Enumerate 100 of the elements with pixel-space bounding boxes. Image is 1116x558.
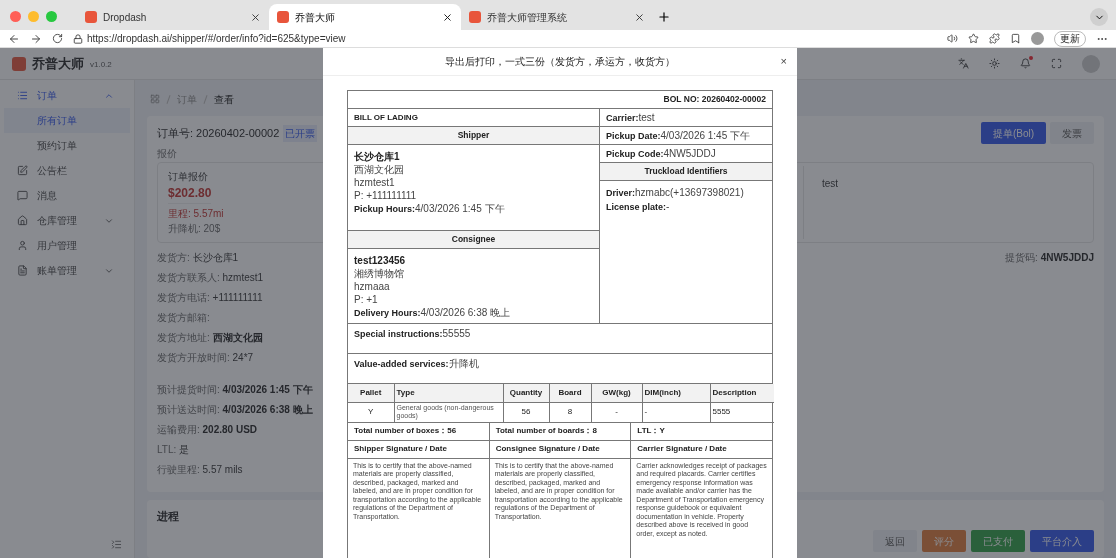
carrier-field: Pickup Date:4/03/2026 1:45 下午 bbox=[606, 128, 751, 143]
shipper-detail: P: +111111111 bbox=[354, 189, 418, 202]
browser-tab[interactable]: 乔普大师 bbox=[269, 4, 461, 30]
detail-field: 发货方: 长沙仓库1 bbox=[157, 248, 313, 268]
sidebar-subitem[interactable]: 预约订单 bbox=[4, 133, 130, 158]
status-tag: 已开票 bbox=[283, 124, 318, 142]
total-field: Total number of boards：8 bbox=[489, 422, 632, 440]
detail-field: 发货方开放时间: 24*7 bbox=[157, 348, 313, 368]
list-icon bbox=[17, 90, 28, 101]
close-tab-icon[interactable] bbox=[634, 11, 645, 23]
address-bar[interactable]: https://dropdash.ai/shipper/#/order/info?id=625&type=view bbox=[73, 30, 937, 47]
column-header: Quantity bbox=[503, 384, 549, 402]
table-cell: - bbox=[642, 402, 710, 422]
note-field: Special instructions:55555 bbox=[354, 327, 766, 341]
close-tab-icon[interactable] bbox=[250, 11, 261, 23]
notification-icon[interactable] bbox=[1020, 58, 1031, 69]
app-name: 乔普大师 bbox=[32, 54, 84, 73]
fullscreen-icon[interactable] bbox=[1051, 58, 1062, 69]
section-label: 报价 bbox=[157, 147, 177, 161]
browser-tab[interactable]: 乔普大师管理系统 bbox=[461, 4, 653, 30]
close-button[interactable]: × bbox=[780, 55, 787, 67]
collapse-icon[interactable] bbox=[111, 539, 122, 550]
column-header: Type bbox=[394, 384, 503, 402]
column-header: GW(kg) bbox=[591, 384, 642, 402]
browser-tab[interactable]: Dropdash bbox=[77, 4, 269, 30]
column-header: Description bbox=[710, 384, 774, 402]
detail-field: 预计提货时间: 4/03/2026 1:45 下午 bbox=[157, 380, 313, 400]
action-button[interactable]: 返回 bbox=[873, 530, 917, 552]
tab-list-button[interactable] bbox=[1090, 8, 1108, 26]
read-aloud-icon[interactable] bbox=[947, 33, 958, 44]
table-cell: - bbox=[591, 402, 642, 422]
message-icon bbox=[17, 190, 28, 201]
signature-heading: Carrier Signature / Date bbox=[631, 440, 772, 459]
reload-icon[interactable] bbox=[52, 33, 63, 44]
sidebar-item[interactable]: 公告栏 bbox=[4, 158, 130, 183]
action-button[interactable]: 提单(Bol) bbox=[980, 122, 1046, 144]
user-icon bbox=[17, 240, 28, 251]
consignee-detail: 湘绣博物馆 bbox=[354, 267, 405, 280]
column-header: Pallet bbox=[348, 384, 394, 402]
table-cell: 8 bbox=[549, 402, 591, 422]
lift-fee-text: 升降机: 20$ bbox=[168, 222, 221, 236]
sidebar-item[interactable]: 账单管理 bbox=[4, 258, 130, 283]
profile-avatar[interactable] bbox=[1031, 32, 1044, 45]
sidebar-item[interactable]: 仓库管理 bbox=[4, 208, 130, 233]
shipper-detail: 西湖文化园 bbox=[354, 163, 405, 176]
column-header: Board bbox=[549, 384, 591, 402]
lock-icon bbox=[73, 33, 83, 44]
theme-icon[interactable] bbox=[989, 58, 1000, 69]
sidebar-item[interactable]: 用户管理 bbox=[4, 233, 130, 258]
detail-field: 发货方联系人: hzmtest1 bbox=[157, 268, 313, 288]
truck-field: Driver:hzmabc(+13697398021) bbox=[606, 186, 766, 200]
total-field: LTL：Y bbox=[631, 422, 772, 440]
mileage-text: 里程: 5.57mi bbox=[168, 207, 224, 221]
favorites-icon[interactable] bbox=[1010, 33, 1021, 44]
action-button[interactable]: 评分 bbox=[922, 530, 966, 552]
action-button[interactable]: 平台介入 bbox=[1030, 530, 1094, 552]
pickup-code: 提货码: 4NW5JDDJ bbox=[1005, 251, 1094, 265]
consignee-detail: hzmaaa bbox=[354, 280, 391, 293]
order-number: 订单号: 20260402-00002 bbox=[157, 125, 280, 141]
back-icon[interactable] bbox=[8, 32, 20, 45]
sidebar-item[interactable]: 消息 bbox=[4, 183, 130, 208]
new-tab-icon[interactable] bbox=[657, 10, 671, 24]
logo-icon bbox=[12, 56, 26, 71]
signature-heading: Consignee Signature / Date bbox=[489, 440, 631, 459]
total-field: Total number of boxes：56 bbox=[348, 422, 490, 440]
note-text: test bbox=[822, 178, 839, 189]
table-cell: 56 bbox=[503, 402, 549, 422]
carrier-field: Carrier:test bbox=[606, 110, 655, 125]
bol-number: BOL NO: 20260402-00002 bbox=[348, 91, 772, 109]
document-icon bbox=[17, 265, 28, 276]
favorite-icon[interactable] bbox=[968, 33, 979, 44]
table-cell: Y bbox=[348, 402, 394, 422]
section-heading: Shipper bbox=[348, 127, 599, 145]
action-button[interactable]: 发票 bbox=[1050, 122, 1094, 144]
shipper-detail: hzmtest1 bbox=[354, 176, 396, 189]
action-button[interactable]: 已支付 bbox=[971, 530, 1025, 552]
forward-icon[interactable] bbox=[30, 32, 42, 45]
detail-field: 预计送达时间: 4/03/2026 6:38 晚上 bbox=[157, 400, 313, 420]
quote-title: 订单报价 bbox=[168, 170, 208, 184]
translate-icon[interactable] bbox=[958, 58, 969, 69]
close-tab-icon[interactable] bbox=[442, 11, 453, 23]
table-cell: 5555 bbox=[710, 402, 774, 422]
favicon-icon bbox=[469, 11, 481, 23]
detail-field: LTL: 是 bbox=[157, 440, 313, 460]
breadcrumb-item[interactable]: 查看 bbox=[214, 91, 234, 107]
signature-heading: Shipper Signature / Date bbox=[348, 440, 489, 459]
shipper-hours: Pickup Hours:4/03/2026 1:45 下午 bbox=[354, 202, 506, 216]
progress-title: 进程 bbox=[157, 509, 179, 524]
extensions-icon[interactable] bbox=[989, 33, 1000, 44]
quote-price: $202.80 bbox=[168, 184, 212, 204]
sidebar-item[interactable]: 订单 bbox=[4, 83, 130, 108]
consignee-detail: P: +1 bbox=[354, 293, 379, 306]
truck-field: License plate:- bbox=[606, 200, 766, 214]
close-window-icon[interactable] bbox=[10, 10, 21, 22]
version-label: v1.0.2 bbox=[90, 59, 112, 71]
note-field: Value-added services:升降机 bbox=[354, 357, 766, 371]
favicon-icon bbox=[277, 11, 289, 23]
section-heading: Truckload Identifiers bbox=[600, 163, 772, 181]
sidebar-subitem[interactable]: 所有订单 bbox=[4, 108, 130, 133]
consignee-name: test123456 bbox=[354, 254, 407, 267]
